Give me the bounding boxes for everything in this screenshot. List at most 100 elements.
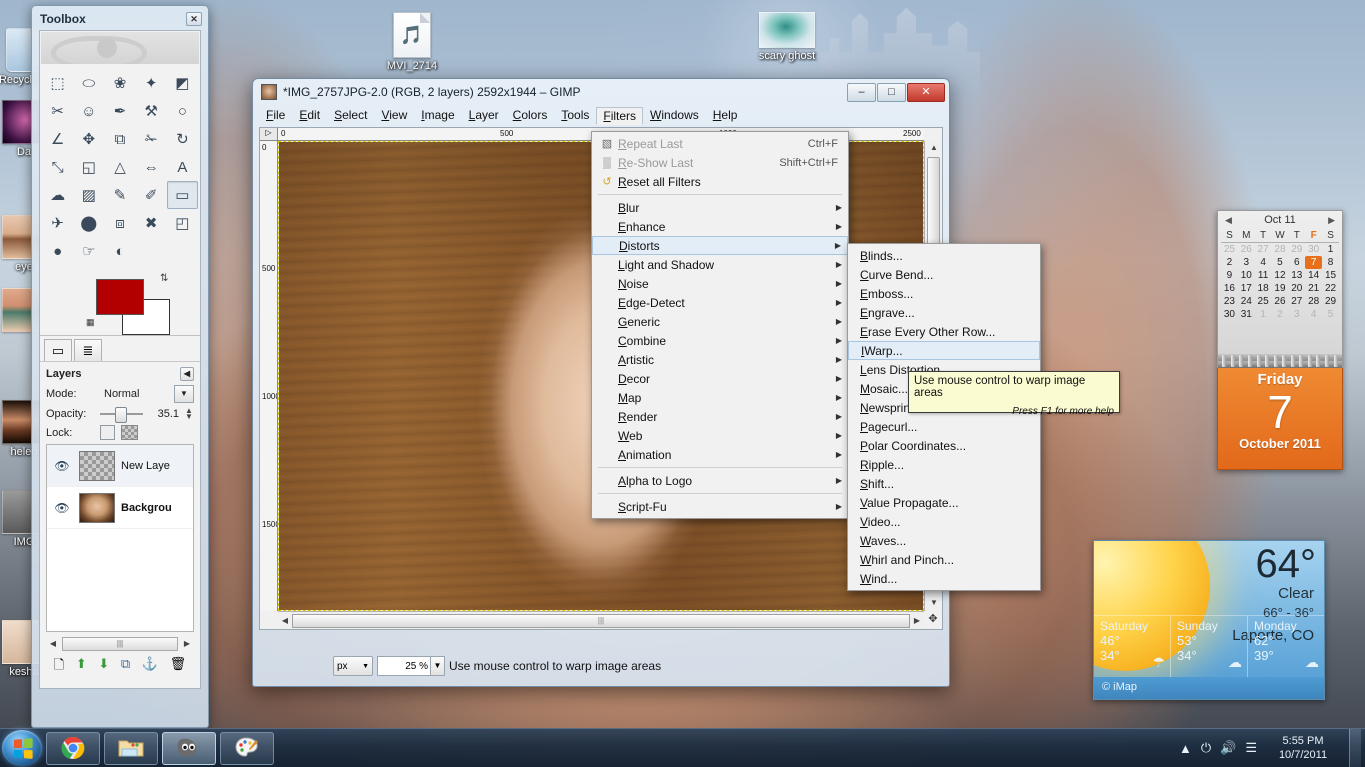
close-button[interactable]: ✕ [907, 82, 945, 102]
filters-menu-item-alpha-to-logo[interactable]: Alpha to Logo ▶ [592, 471, 848, 490]
calendar-day[interactable]: 14 [1305, 269, 1322, 282]
distorts-menu-item-emboss[interactable]: Emboss... [848, 284, 1040, 303]
menu-select[interactable]: Select [327, 106, 374, 124]
vertical-ruler[interactable]: 0 500 1000 1500 [260, 141, 278, 611]
battery-icon[interactable]: ⏻ [1201, 740, 1211, 756]
calendar-day[interactable]: 29 [1322, 295, 1339, 308]
calendar-day[interactable]: 27 [1255, 243, 1272, 257]
filters-menu-item-render[interactable]: Render ▶ [592, 407, 848, 426]
zoom-tool[interactable]: ○ [167, 97, 198, 125]
airbrush-tool[interactable]: ✈ [42, 209, 73, 237]
navigation-preview-button[interactable]: ✥ [924, 611, 942, 629]
move-tool[interactable]: ✥ [73, 125, 104, 153]
toolbox-close-button[interactable]: ✕ [186, 11, 202, 26]
filters-menu-item-animation[interactable]: Animation ▶ [592, 445, 848, 464]
distorts-menu-item-wind[interactable]: Wind... [848, 569, 1040, 588]
scissors-select-tool[interactable]: ✂ [42, 97, 73, 125]
calendar-day[interactable]: 28 [1272, 243, 1289, 257]
flip-tool[interactable]: ⇔ [136, 153, 167, 181]
filters-menu-item-enhance[interactable]: Enhance ▶ [592, 217, 848, 236]
forecast-day[interactable]: Monday 62° 39° ☁ [1248, 616, 1324, 677]
calendar-day-today[interactable]: 7 [1305, 256, 1323, 269]
zoom-value[interactable]: 25 % [377, 656, 431, 676]
desktop-icon-scary-ghost[interactable]: scary ghost [745, 12, 829, 63]
calendar-day[interactable]: 8 [1322, 256, 1339, 269]
calendar-day[interactable]: 25 [1255, 295, 1272, 308]
tab-device-status[interactable]: ≣ [74, 339, 102, 361]
dodge-burn-tool[interactable]: ◐ [104, 237, 135, 265]
menu-help[interactable]: Help [706, 106, 745, 124]
clone-tool[interactable]: ⧈ [104, 209, 135, 237]
filters-menu-item-web[interactable]: Web ▶ [592, 426, 848, 445]
windows-taskbar[interactable]: ▲ ⏻ 🔊 ☰ 5:55 PM 10/7/2011 [0, 728, 1365, 767]
foreground-select-tool[interactable]: ☺ [73, 97, 104, 125]
menu-file[interactable]: File [259, 106, 292, 124]
smudge-tool[interactable]: ☞ [73, 237, 104, 265]
calendar-day[interactable]: 22 [1322, 282, 1339, 295]
filters-menu-item-blur[interactable]: Blur ▶ [592, 198, 848, 217]
calendar-day[interactable]: 13 [1288, 269, 1305, 282]
menu-layer[interactable]: Layer [462, 106, 506, 124]
text-tool[interactable]: A [167, 153, 198, 181]
calendar-day[interactable]: 30 [1221, 308, 1238, 321]
calendar-day[interactable]: 25 [1221, 243, 1238, 257]
filters-menu-item-reset-all-filters[interactable]: ↺ Reset all Filters [592, 172, 848, 191]
scroll-right-icon[interactable]: ▶ [910, 616, 924, 625]
opacity-stepper[interactable]: ▲ ▼ [185, 407, 194, 421]
calendar-day[interactable]: 19 [1272, 282, 1289, 295]
menu-view[interactable]: View [374, 106, 414, 124]
rotate-tool[interactable]: ↻ [167, 125, 198, 153]
perspective-tool[interactable]: △ [104, 153, 135, 181]
scroll-left-icon[interactable]: ◀ [46, 637, 60, 651]
show-desktop-button[interactable] [1349, 728, 1361, 767]
distorts-menu-item-whirl-and-pinch[interactable]: Whirl and Pinch... [848, 550, 1040, 569]
foreground-color-swatch[interactable] [96, 279, 144, 315]
lower-layer-button[interactable]: ⬇ [98, 656, 109, 678]
filters-menu-item-generic[interactable]: Generic ▶ [592, 312, 848, 331]
calendar-day[interactable]: 10 [1238, 269, 1255, 282]
tab-tool-options[interactable]: ▭ [44, 339, 72, 361]
calendar-day[interactable]: 15 [1322, 269, 1339, 282]
filters-menu-item-decor[interactable]: Decor ▶ [592, 369, 848, 388]
calendar-day[interactable]: 31 [1238, 308, 1255, 321]
weather-gadget[interactable]: 64° Clear 66° - 36° Laporte, CO Saturday… [1093, 540, 1325, 700]
layer-visibility-icon[interactable]: 👁 [51, 501, 73, 515]
calendar-day[interactable]: 11 [1255, 269, 1272, 282]
distorts-menu-item-polar-coordinates[interactable]: Polar Coordinates... [848, 436, 1040, 455]
reset-colors-icon[interactable]: ▦ [86, 317, 95, 328]
raise-layer-button[interactable]: ⬆ [76, 656, 87, 678]
measure-tool[interactable]: ∠ [42, 125, 73, 153]
calendar-day[interactable]: 21 [1305, 282, 1322, 295]
menu-tools[interactable]: Tools [554, 106, 596, 124]
calendar-day[interactable]: 1 [1322, 243, 1339, 257]
distorts-menu-item-video[interactable]: Video... [848, 512, 1040, 531]
blur-sharpen-tool[interactable]: ● [42, 237, 73, 265]
distorts-menu-item-ripple[interactable]: Ripple... [848, 455, 1040, 474]
fuzzy-select-tool[interactable]: ✦ [136, 69, 167, 97]
calendar-day[interactable]: 16 [1221, 282, 1238, 295]
anchor-layer-button[interactable]: ⚓ [142, 656, 158, 678]
scale-tool[interactable]: ⤡ [42, 153, 73, 181]
distorts-submenu[interactable]: Blinds... Curve Bend... Emboss... Engrave..… [847, 243, 1041, 591]
calendar-day[interactable]: 1 [1255, 308, 1272, 321]
filters-menu[interactable]: ▧ Repeat Last Ctrl+F ▒ Re-Show Last Shift+Ctr… [591, 131, 849, 519]
duplicate-layer-button[interactable]: ⧉ [121, 656, 130, 678]
rect-select-tool[interactable]: ⬚ [42, 69, 73, 97]
forecast-day[interactable]: Saturday 46° 34° ☂ [1094, 616, 1171, 677]
menu-edit[interactable]: Edit [292, 106, 327, 124]
distorts-menu-item-value-propagate[interactable]: Value Propagate... [848, 493, 1040, 512]
color-area[interactable]: ⇅ ▦ [40, 269, 200, 335]
calendar-day[interactable]: 17 [1238, 282, 1255, 295]
chevron-down-icon[interactable]: ▼ [174, 385, 194, 403]
paths-tool[interactable]: ✒ [104, 97, 135, 125]
calendar-day[interactable]: 18 [1255, 282, 1272, 295]
menu-image[interactable]: Image [414, 106, 461, 124]
calendar-day[interactable]: 12 [1272, 269, 1289, 282]
calendar-day[interactable]: 4 [1305, 308, 1322, 321]
layer-list[interactable]: 👁 New Laye 👁 Backgrou [46, 444, 194, 632]
calendar-day[interactable]: 26 [1238, 243, 1255, 257]
ink-tool[interactable]: ⬤ [73, 209, 104, 237]
show-hidden-icons-button[interactable]: ▲ [1179, 741, 1192, 756]
lock-alpha-icon[interactable] [121, 425, 138, 440]
filters-menu-item-noise[interactable]: Noise ▶ [592, 274, 848, 293]
